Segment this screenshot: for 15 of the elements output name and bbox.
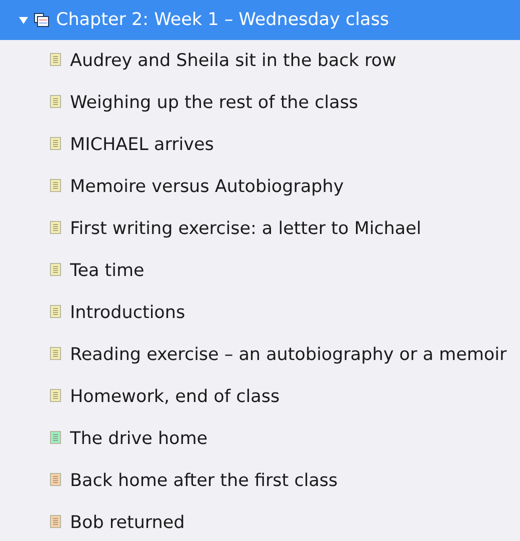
document-title[interactable]: Memoire versus Autobiography — [70, 174, 344, 200]
document-title[interactable]: Reading exercise – an autobiography or a memoir — [70, 342, 507, 368]
document-title[interactable]: First writing exercise: a letter to Michael — [70, 216, 422, 242]
document-title[interactable]: Back home after the first class — [70, 468, 338, 494]
document-title[interactable]: Homework, end of class — [70, 384, 280, 410]
document-title[interactable]: Tea time — [70, 258, 144, 284]
document-title[interactable]: Introductions — [70, 300, 186, 326]
document-title[interactable]: Bob returned — [70, 510, 185, 536]
document-title[interactable]: Weighing up the rest of the class — [70, 90, 358, 116]
stacked-pages-icon — [34, 13, 49, 27]
disclosure-triangle-icon[interactable] — [19, 16, 28, 24]
folder-title: Chapter 2: Week 1 – Wednesday class — [56, 8, 389, 32]
document-title[interactable]: MICHAEL arrives — [70, 132, 214, 158]
document-title[interactable]: Audrey and Sheila sit in the back row — [70, 48, 396, 74]
document-title[interactable]: The drive home — [70, 426, 208, 452]
